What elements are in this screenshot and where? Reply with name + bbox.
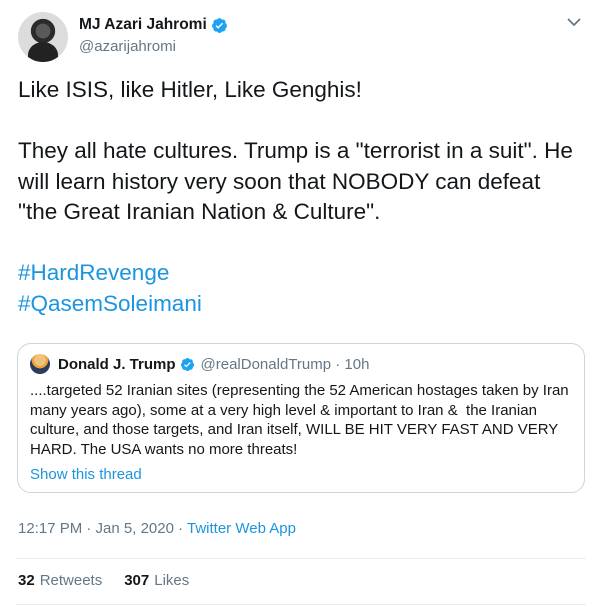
author-handle[interactable]: @azarijahromi <box>79 38 228 55</box>
divider <box>16 558 586 559</box>
quoted-text-line: culture, and those targets, and Iran its… <box>30 421 559 438</box>
verified-badge-icon <box>211 17 227 33</box>
tweet-text: Like ISIS, like Hitler, Like Genghis! Th… <box>18 75 588 319</box>
likes-label[interactable]: Likes <box>154 572 189 589</box>
tweet-text-line: will learn history very soon that NOBODY… <box>18 168 541 194</box>
author-block[interactable]: MJ Azari Jahromi @azarijahromi <box>79 15 228 55</box>
quoted-text-line: ....targeted 52 Iranian sites (represent… <box>30 382 569 399</box>
divider <box>16 604 586 605</box>
tweet-text-line: "the Great Iranian Nation & Culture". <box>18 199 381 224</box>
tweet: MJ Azari Jahromi @azarijahromi Like ISIS… <box>0 0 601 607</box>
retweets-label[interactable]: Retweets <box>40 572 103 589</box>
quoted-text-line: HARD. The USA wants no more threats! <box>30 440 298 458</box>
tweet-text-line: They all hate cultures. Trump is a "terr… <box>18 138 573 163</box>
quoted-author-handle-time: @realDonaldTrump · 10h <box>200 355 370 373</box>
tweet-text-line: Like ISIS, like Hitler, Like Genghis! <box>18 77 362 102</box>
tweet-text-spacer <box>18 106 588 137</box>
quoted-tweet[interactable]: Donald J. Trump @realDonaldTrump · 10h .… <box>17 343 585 493</box>
tweet-source-link[interactable]: Twitter Web App <box>187 520 296 537</box>
engagement-stats: 32 Retweets 307 Likes <box>18 572 189 589</box>
quoted-author-name: Donald J. Trump <box>58 355 176 373</box>
quoted-tweet-text: ....targeted 52 Iranian sites (represent… <box>30 381 575 459</box>
quoted-author-avatar <box>30 354 50 374</box>
hashtag-link-hardrevenge[interactable]: #HardRevenge <box>18 258 588 289</box>
quoted-tweet-header: Donald J. Trump @realDonaldTrump · 10h <box>30 354 369 374</box>
show-thread-link[interactable]: Show this thread <box>30 466 142 483</box>
author-avatar[interactable] <box>18 12 68 62</box>
chevron-down-icon[interactable] <box>566 14 582 30</box>
retweets-count[interactable]: 32 <box>18 572 35 589</box>
tweet-text-spacer <box>18 228 588 259</box>
verified-badge-icon <box>180 357 194 371</box>
quoted-text-line: many years ago), some at a very high lev… <box>30 401 537 419</box>
tweet-timestamp-source: 12:17 PM · Jan 5, 2020 · Twitter Web App <box>18 520 296 537</box>
likes-count[interactable]: 307 <box>124 572 149 589</box>
hashtag-link-qasemsoleimani[interactable]: #QasemSoleimani <box>18 289 588 320</box>
tweet-timestamp[interactable]: 12:17 PM · Jan 5, 2020 · <box>18 520 187 537</box>
author-name[interactable]: MJ Azari Jahromi <box>79 16 207 34</box>
